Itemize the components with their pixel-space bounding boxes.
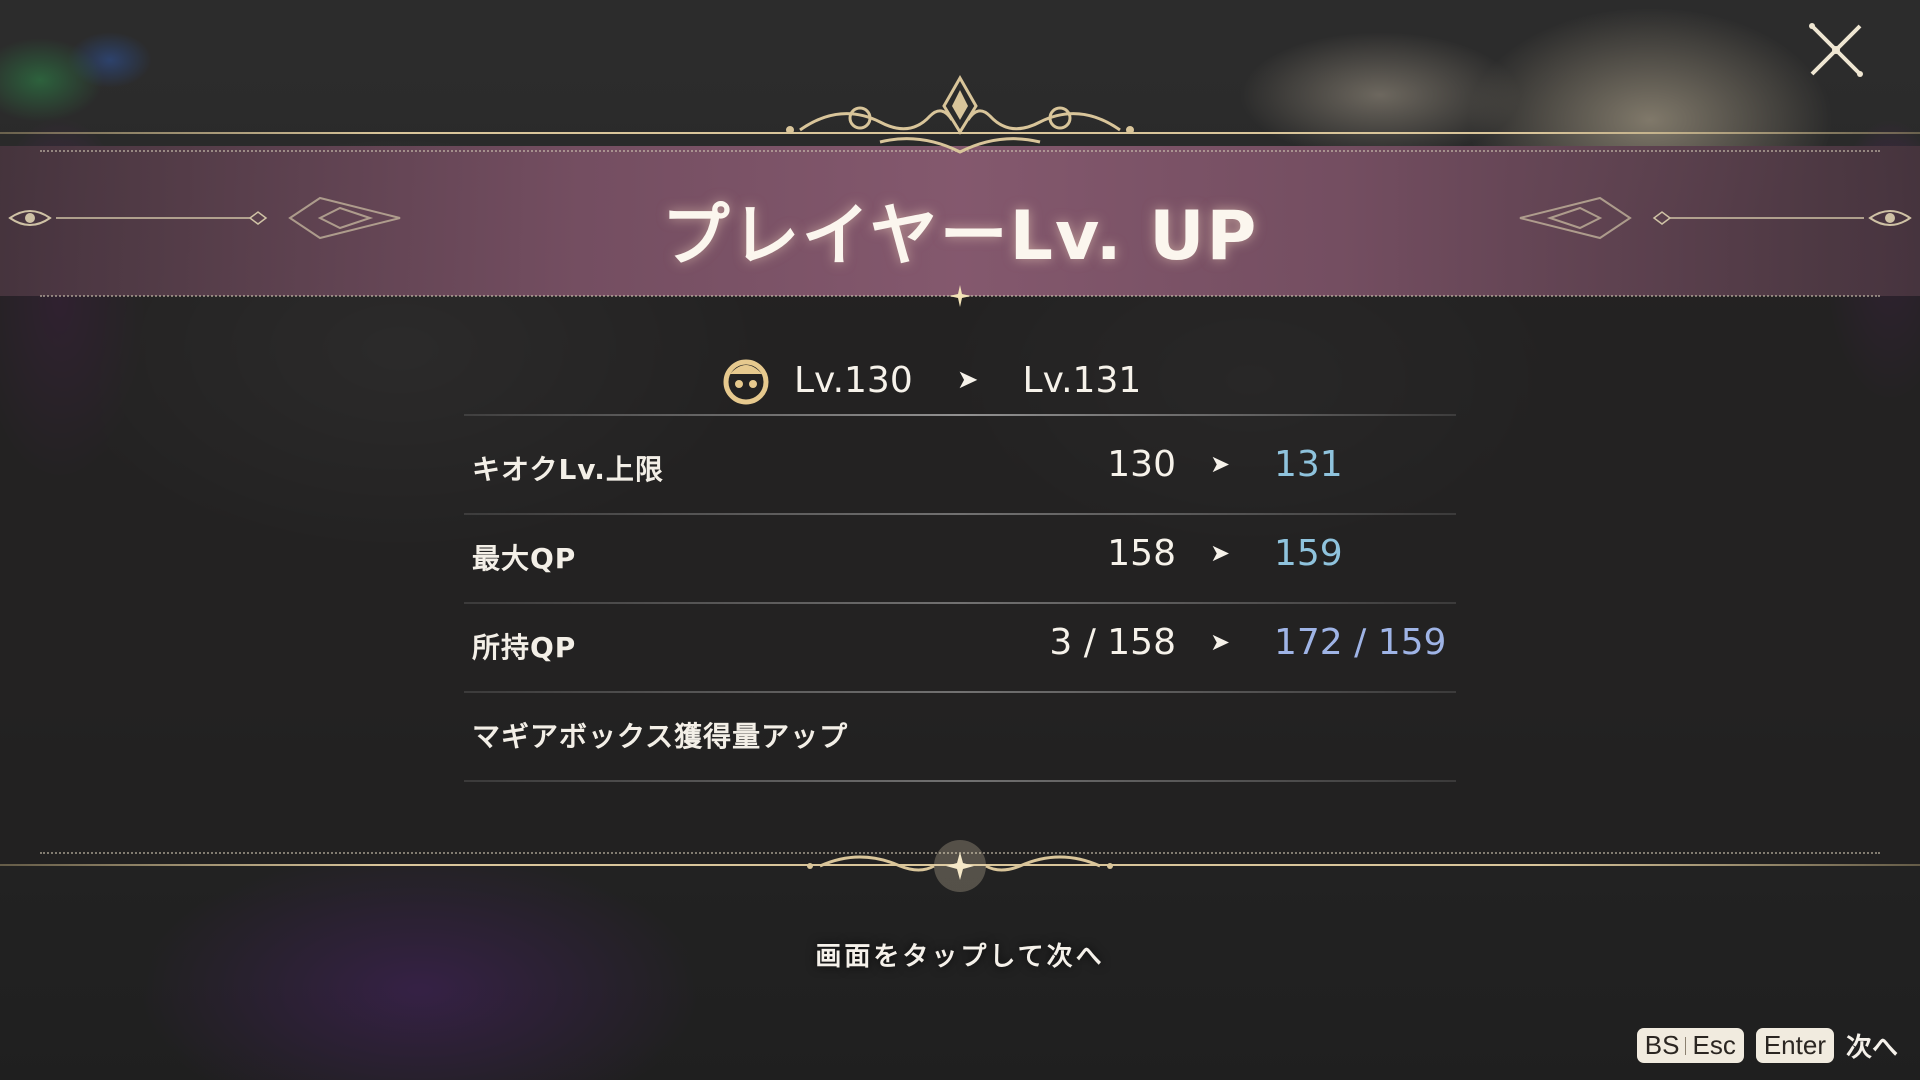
- stat-row-magia-box-bonus: マギアボックス獲得量アップ: [464, 693, 1456, 782]
- stat-old-value: 130: [1107, 444, 1176, 485]
- stat-new-value: 159: [1274, 533, 1343, 574]
- stat-old-value: 158: [1107, 533, 1176, 574]
- stat-row-owned-qp: 所持QP 3 / 158 ➤ 172 / 159: [464, 604, 1456, 693]
- stat-old-value: 3 / 158: [1049, 622, 1176, 663]
- enter-key-button[interactable]: Enter: [1755, 1028, 1834, 1063]
- stat-arrow: ➤: [1210, 450, 1231, 478]
- top-crest-ornament: [786, 74, 1134, 154]
- bottom-ornament: [807, 840, 1113, 892]
- stat-new-value: 172 / 159: [1274, 622, 1447, 663]
- stat-label: 最大QP: [472, 542, 577, 575]
- esc-key-label: Esc: [1692, 1030, 1736, 1060]
- bs-key-label: BS: [1644, 1030, 1680, 1060]
- row-divider: [464, 780, 1456, 782]
- stat-new-value: 131: [1274, 444, 1343, 485]
- stat-label: マギアボックス獲得量アップ: [472, 720, 849, 753]
- stat-label: 所持QP: [472, 631, 577, 664]
- enter-key-label: Enter: [1763, 1030, 1826, 1060]
- key-divider: [1685, 1036, 1687, 1055]
- sparkle-icon: [949, 285, 971, 307]
- close-icon[interactable]: [1806, 20, 1866, 80]
- back-key-button[interactable]: BS Esc: [1636, 1028, 1744, 1063]
- stat-label: キオクLv.上限: [472, 453, 664, 486]
- level-arrow: ➤: [956, 365, 979, 395]
- stat-arrow: ➤: [1210, 628, 1231, 656]
- level-separator: [464, 414, 1456, 416]
- stat-arrow: ➤: [1210, 539, 1231, 567]
- stat-row-max-qp: 最大QP 158 ➤ 159: [464, 515, 1456, 604]
- next-label[interactable]: 次へ: [1846, 1027, 1898, 1064]
- level-to: Lv.131: [1022, 359, 1142, 401]
- level-change: Lv.130 ➤ Lv.131: [720, 352, 1141, 408]
- page-title: プレイヤーLv. UP: [661, 197, 1259, 276]
- stat-row-kioku-level-cap: キオクLv.上限 130 ➤ 131: [464, 426, 1456, 515]
- tap-to-continue-hint[interactable]: 画面をタップして次へ: [0, 936, 1920, 973]
- key-hints: BS Esc Enter 次へ: [1636, 1027, 1898, 1064]
- level-from: Lv.130: [794, 359, 913, 401]
- player-face-icon: [723, 359, 769, 405]
